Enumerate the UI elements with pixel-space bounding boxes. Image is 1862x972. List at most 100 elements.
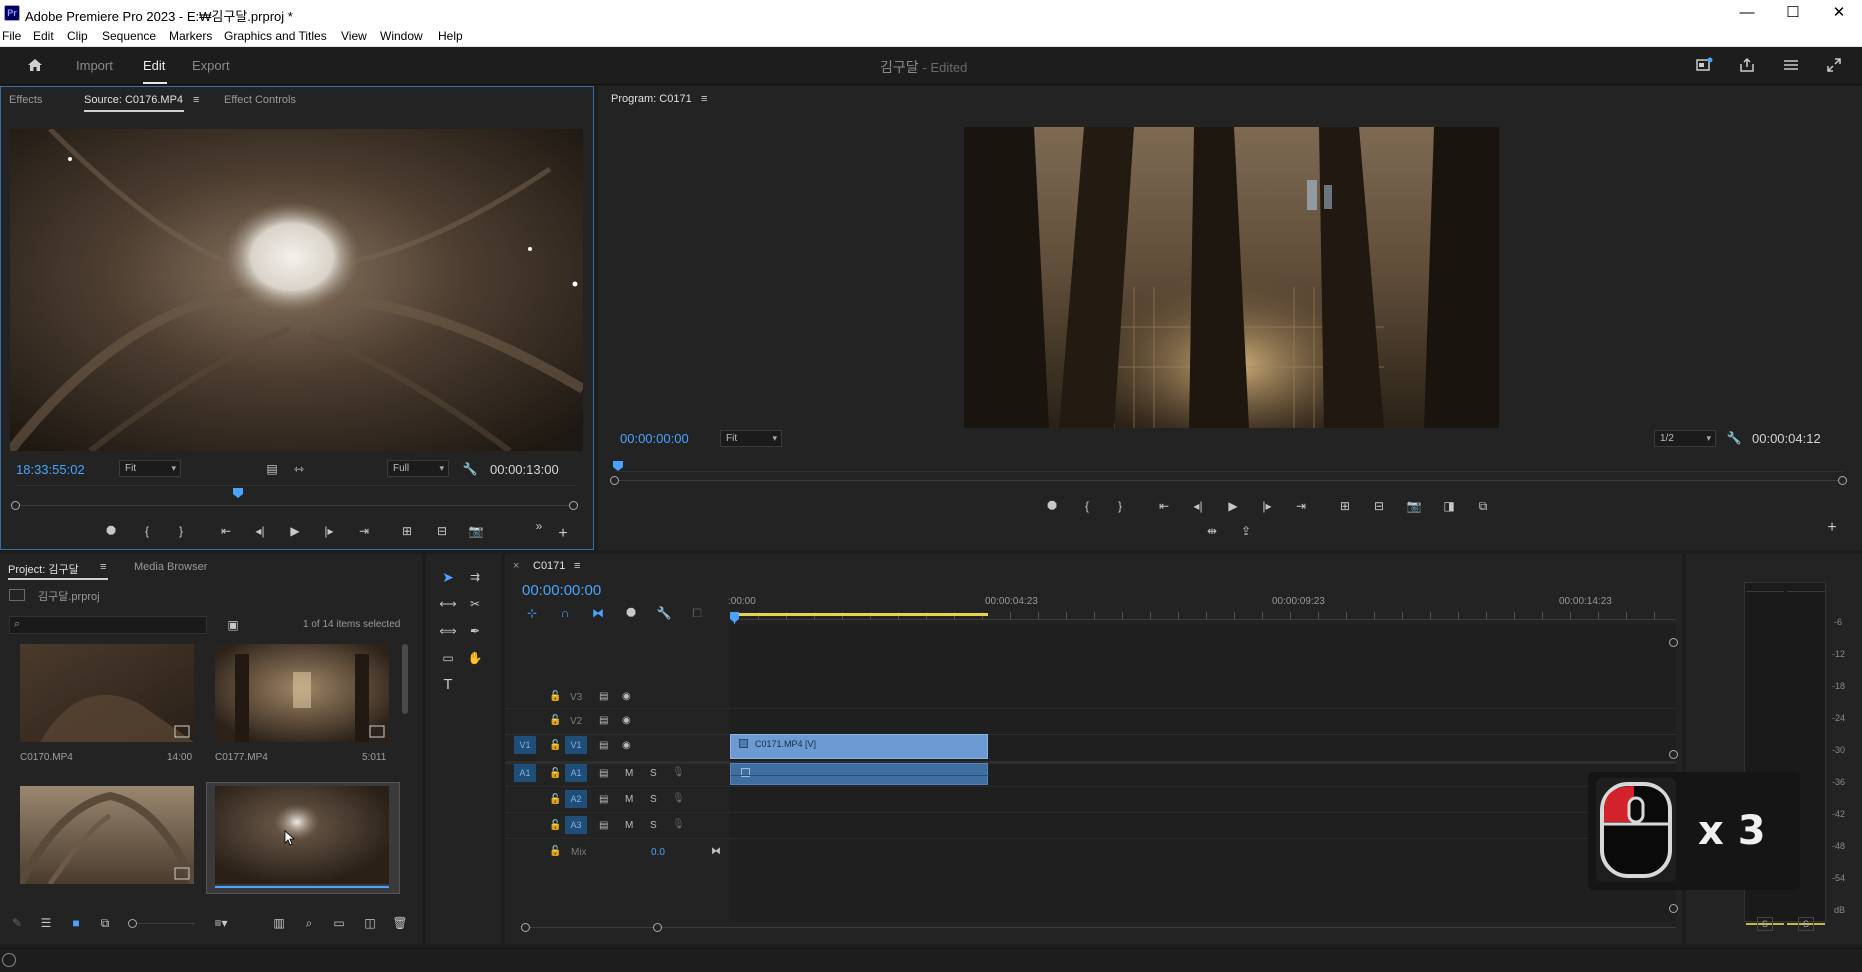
solo-button[interactable]: S [650,768,657,779]
track-label-v2[interactable]: V2 [570,716,582,727]
pencil-icon[interactable]: ✎ [8,914,26,932]
timeline-settings-icon[interactable]: 🔧 [655,604,673,622]
snap-icon[interactable]: ∩ [556,604,574,622]
program-ruler[interactable] [615,471,1845,472]
program-zoom-handle-left[interactable] [610,476,619,485]
program-panel-menu-icon[interactable]: ≡ [701,93,707,105]
track-label-v3[interactable]: V3 [570,692,582,703]
source-zoom-handle-left[interactable] [11,501,20,510]
project-search-input[interactable]: ⌕ [9,616,207,634]
timeline-horizontal-scroll[interactable] [525,927,1676,928]
add-marker-timeline-icon[interactable]: ⯃ [622,604,640,622]
lock-icon[interactable]: 🔓 [549,715,561,726]
razor-tool-icon[interactable]: ✂ [466,595,484,613]
solo-left-button[interactable]: S [1757,917,1773,931]
panel-menu-icon[interactable]: ≡ [193,94,199,106]
solo-button[interactable]: S [650,820,657,831]
menu-file[interactable]: File [2,29,21,43]
more-controls-icon[interactable]: » [530,517,548,535]
lock-icon[interactable]: 🔓 [549,820,561,831]
close-icon[interactable]: ✕ [1816,0,1862,26]
program-go-to-in-icon[interactable]: ⇤ [1155,497,1173,515]
hand-tool-icon[interactable]: ✋ [466,649,484,667]
button-editor-icon[interactable]: + [554,525,572,543]
eye-icon[interactable]: ◉ [622,715,631,726]
program-playhead[interactable] [613,461,623,471]
sync-lock-icon[interactable]: ▤ [599,794,608,805]
mark-in-icon[interactable]: { [138,522,156,540]
program-step-forward-icon[interactable]: |▸ [1258,497,1276,515]
source-fit-dropdown[interactable]: Fit [119,460,181,477]
project-item-thumbnail[interactable] [215,786,389,884]
lock-icon[interactable]: 🔓 [549,691,561,702]
sync-lock-icon[interactable]: ▤ [599,820,608,831]
tab-media-browser[interactable]: Media Browser [134,561,207,573]
menu-window[interactable]: Window [380,29,423,43]
comparison-view-icon[interactable]: ◨ [1440,497,1458,515]
timeline-zoom-handle-right[interactable] [653,923,662,932]
track-label-a3[interactable]: A3 [565,816,587,834]
menu-view[interactable]: View [341,29,367,43]
program-go-to-out-icon[interactable]: ⇥ [1292,497,1310,515]
program-fit-dropdown[interactable]: Fit [720,430,782,447]
tab-import[interactable]: Import [76,58,113,73]
workspaces-icon[interactable] [1781,56,1801,76]
program-add-marker-icon[interactable]: ⯃ [1043,497,1061,515]
tab-source[interactable]: Source: C0176.MP4 [84,94,183,106]
tab-sequence[interactable]: C0171 [533,560,565,572]
eye-icon[interactable]: ◉ [622,691,631,702]
trim-mode-icon[interactable]: ⇹ [1203,522,1221,540]
program-zoom-bar[interactable] [615,480,1845,481]
project-item-thumbnail[interactable] [20,644,194,742]
new-bin-icon[interactable]: ▭ [330,914,348,932]
tab-export[interactable]: Export [192,58,230,73]
work-area-bar[interactable] [730,613,988,616]
pen-tool-icon[interactable]: ✒ [466,622,484,640]
type-tool-icon[interactable]: T [439,676,457,694]
tab-effect-controls[interactable]: Effect Controls [224,94,296,106]
step-back-icon[interactable]: ◂| [251,522,269,540]
menu-help[interactable]: Help [438,29,463,43]
settings-wrench-icon[interactable]: 🔧 [461,460,479,478]
automate-to-sequence-icon[interactable]: ▥ [270,914,288,932]
list-view-icon[interactable]: ☰ [37,914,55,932]
lift-icon[interactable]: ⊞ [1336,497,1354,515]
program-mark-in-icon[interactable]: { [1078,497,1096,515]
program-play-icon[interactable]: ▶ [1224,497,1242,515]
track-label-a2[interactable]: A2 [565,790,587,808]
source-quality-dropdown[interactable]: Full [387,460,449,477]
solo-right-button[interactable]: S [1798,917,1814,931]
program-mark-out-icon[interactable]: } [1111,497,1129,515]
menu-clip[interactable]: Clip [67,29,88,43]
menu-edit[interactable]: Edit [33,29,54,43]
sync-lock-icon[interactable]: ▤ [599,768,608,779]
drag-video-icon[interactable]: ▤ [263,460,281,478]
program-export-frame-icon[interactable]: 📷 [1405,497,1423,515]
new-item-icon[interactable]: ◫ [361,914,379,932]
source-ruler[interactable] [16,485,576,486]
lock-icon[interactable]: 🔓 [549,768,561,779]
vertical-zoom-handle[interactable] [1669,904,1678,913]
extract-icon[interactable]: ⊟ [1370,497,1388,515]
sync-lock-icon[interactable]: ▤ [599,715,608,726]
track-label-v1[interactable]: V1 [565,736,587,754]
go-to-out-icon[interactable]: ⇥ [355,522,373,540]
share-icon[interactable] [1737,56,1757,76]
slip-tool-icon[interactable]: ⟺ [439,622,457,640]
voice-over-icon[interactable]: 🎙 [672,767,685,778]
add-marker-icon[interactable]: ⯃ [102,522,120,540]
mark-out-icon[interactable]: } [172,522,190,540]
icon-view-icon[interactable]: ■ [67,914,85,932]
tab-project[interactable]: Project: 김구달 [8,561,79,577]
source-playhead[interactable] [233,488,243,498]
toggle-proxies-icon[interactable]: ⧉ [1474,497,1492,515]
background-task-icon[interactable] [2,953,16,967]
timeline-menu-icon[interactable]: ≡ [574,560,580,572]
export-frame-icon[interactable]: 📷 [467,522,485,540]
find-icon[interactable]: ⌕ [300,914,318,932]
tab-effects[interactable]: Effects [9,94,42,106]
thumbnail-size-slider-handle[interactable] [128,919,137,928]
voice-over-icon[interactable]: 🎙 [672,819,685,830]
clear-icon[interactable]: 🗑 [391,914,409,932]
program-video-frame[interactable] [964,127,1499,428]
